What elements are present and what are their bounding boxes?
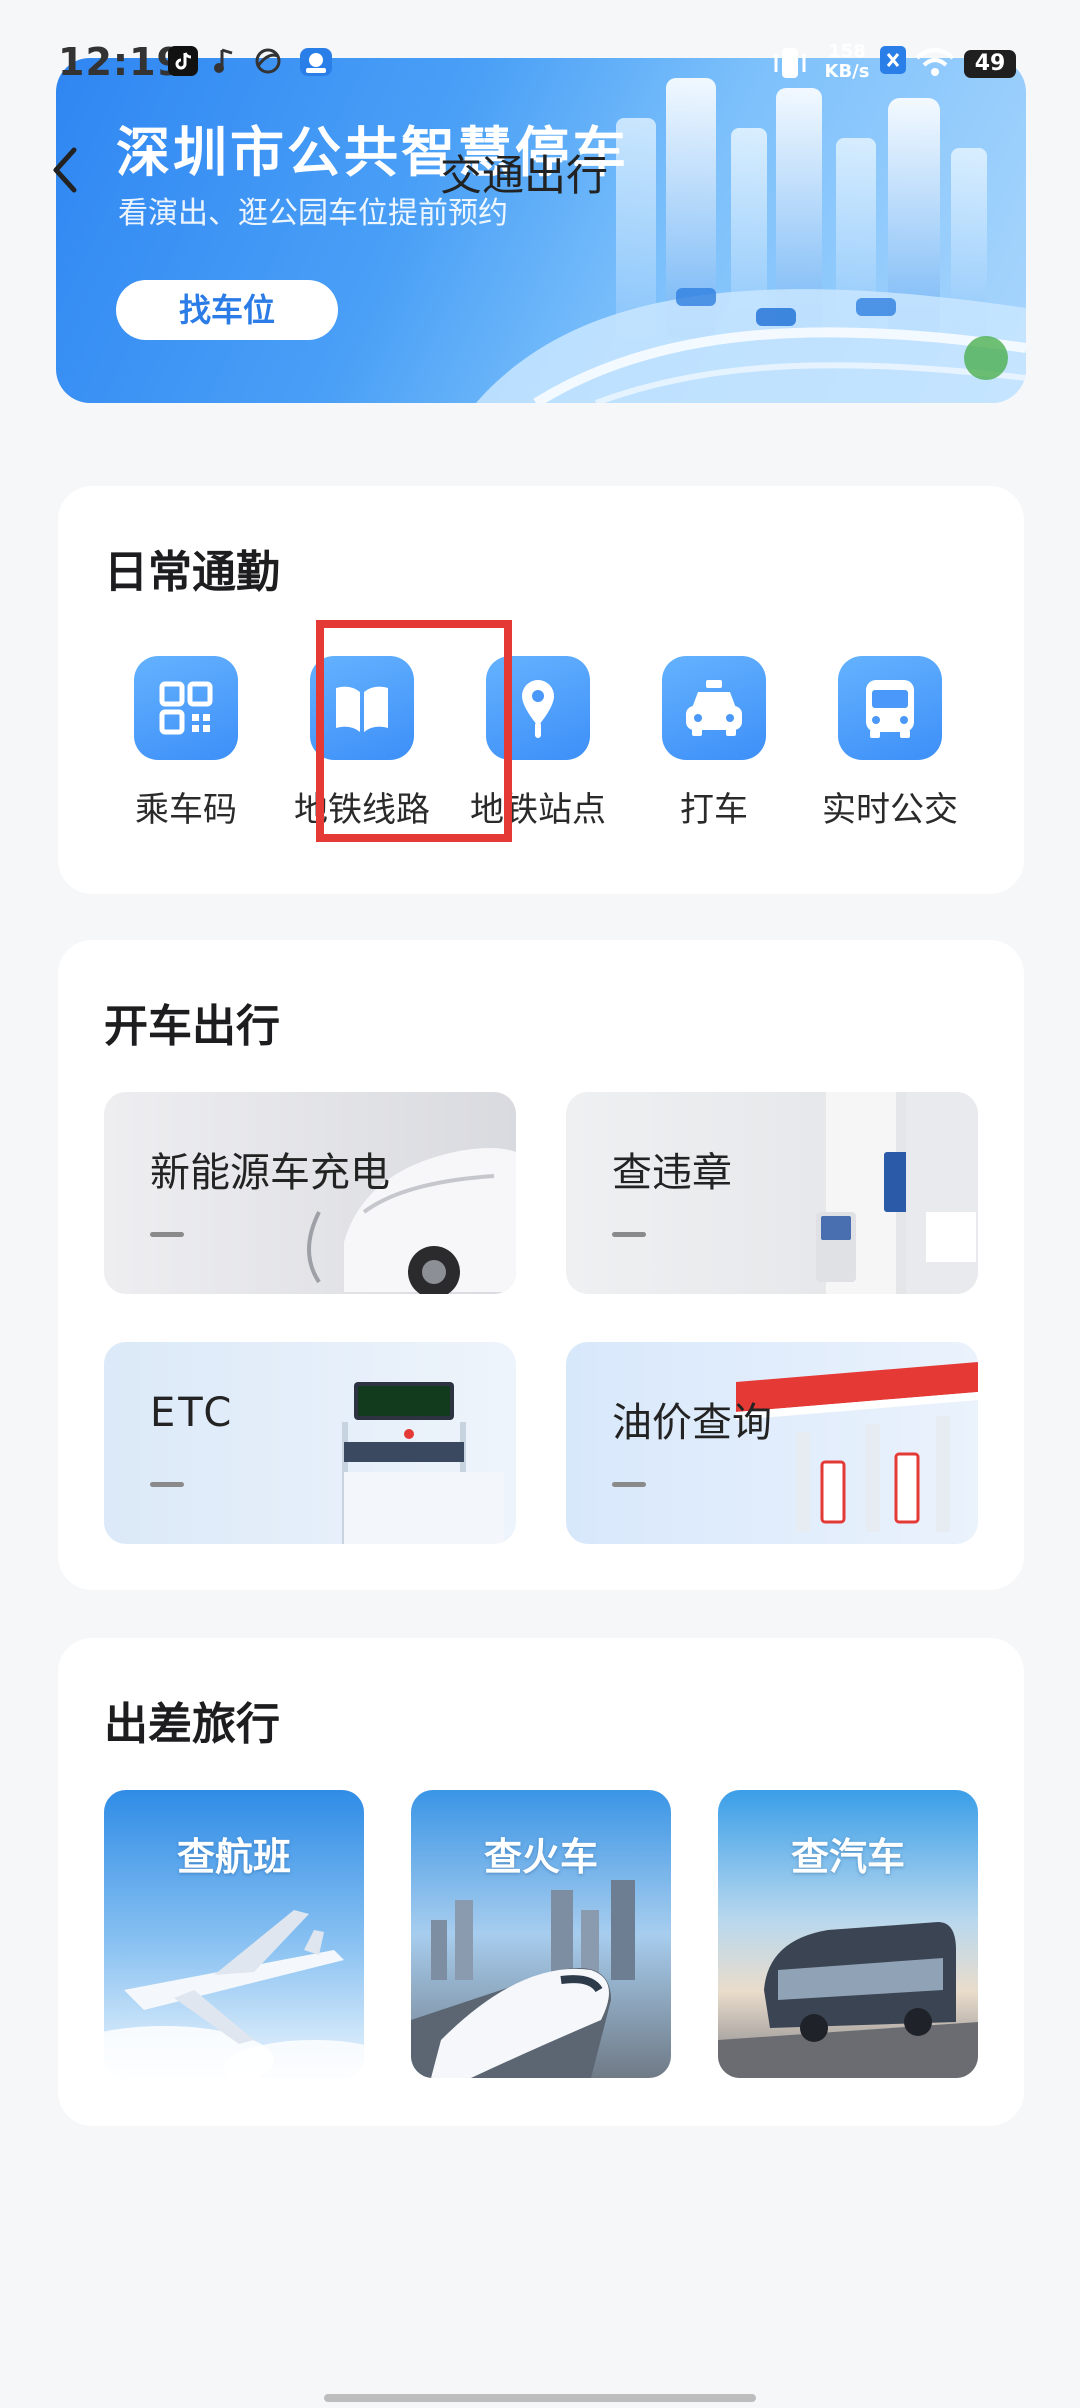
fuel-price-tile[interactable]: 油价查询	[566, 1342, 978, 1544]
parking-banner[interactable]: 深圳市公共智慧停车 看演出、逛公园车位提前预约 找车位	[56, 58, 1026, 403]
home-indicator[interactable]	[324, 2394, 756, 2402]
metro-stations-item[interactable]: 地铁站点	[450, 656, 626, 836]
section-title-commute: 日常通勤	[104, 547, 280, 598]
bus-search-label: 查汽车	[790, 1835, 905, 1879]
flight-search-label: 查航班	[176, 1835, 291, 1879]
find-parking-button[interactable]: 找车位	[116, 280, 338, 340]
ride-code-item[interactable]: 乘车码	[98, 656, 274, 836]
page-title: 交通出行	[440, 151, 609, 200]
etc-label: ETC	[150, 1390, 235, 1436]
etc-tile[interactable]: ETC	[104, 1342, 516, 1544]
taxi-label: 打车	[680, 790, 748, 830]
ride-code-label: 乘车码	[135, 790, 237, 830]
fuel-price-dash	[612, 1482, 646, 1487]
taxi-item[interactable]: 打车	[626, 656, 802, 836]
ev-charging-tile[interactable]: 新能源车充电	[104, 1092, 516, 1294]
map-pin-icon	[486, 656, 590, 760]
realtime-bus-label: 实时公交	[822, 790, 958, 830]
daily-commute-card: 日常通勤 乘车码 地铁线路 地铁站点 打车 实时公交	[58, 486, 1024, 894]
flight-search-tile[interactable]: 查航班	[104, 1790, 364, 2078]
chevron-left-icon[interactable]	[44, 140, 84, 200]
violation-check-dash	[612, 1232, 646, 1237]
ev-charging-dash	[150, 1232, 184, 1237]
etc-dash	[150, 1482, 184, 1487]
bus-search-tile[interactable]: 查汽车	[718, 1790, 978, 2078]
fuel-price-label: 油价查询	[612, 1400, 772, 1446]
book-icon	[310, 656, 414, 760]
metro-stations-label: 地铁站点	[470, 790, 606, 830]
violation-check-label: 查违章	[612, 1150, 732, 1196]
section-title-travel: 出差旅行	[104, 1699, 280, 1750]
metro-lines-label: 地铁线路	[294, 790, 430, 830]
bus-icon	[838, 656, 942, 760]
train-search-label: 查火车	[483, 1835, 598, 1879]
business-travel-card: 出差旅行 查航班 查火车 查汽车	[58, 1638, 1024, 2126]
realtime-bus-item[interactable]: 实时公交	[802, 656, 978, 836]
violation-check-tile[interactable]: 查违章	[566, 1092, 978, 1294]
section-title-driving: 开车出行	[104, 1001, 280, 1052]
taxi-icon	[662, 656, 766, 760]
qr-code-icon	[134, 656, 238, 760]
metro-lines-item[interactable]: 地铁线路	[274, 656, 450, 836]
train-search-tile[interactable]: 查火车	[411, 1790, 671, 2078]
driving-card: 开车出行 新能源车充电 查违章 ETC 油价查询	[58, 940, 1024, 1590]
ev-charging-label: 新能源车充电	[150, 1150, 390, 1196]
etc-gate-illustration	[104, 1342, 516, 1544]
